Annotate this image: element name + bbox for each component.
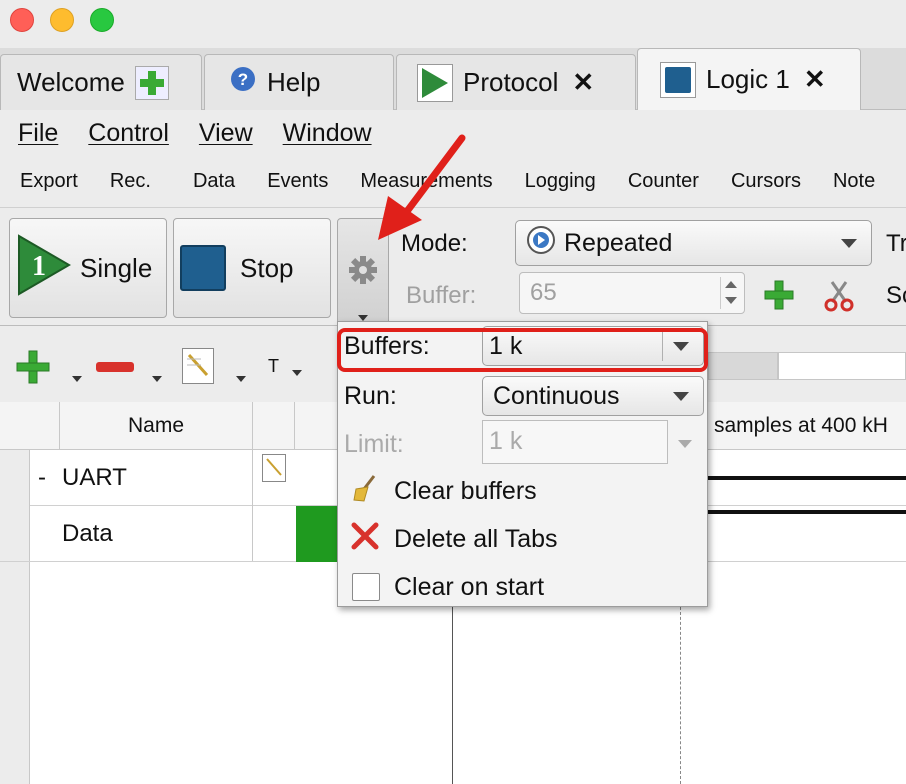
clear-on-start-item[interactable]: Clear on start (338, 564, 707, 610)
buffer-spinbox[interactable]: 65 (519, 272, 745, 314)
limit-row: Limit: 1 k (338, 420, 707, 468)
edit-icon[interactable] (182, 348, 214, 384)
close-tab-icon[interactable]: ✕ (572, 67, 594, 98)
buffer-label: Buffer: (406, 282, 477, 309)
single-label: Single (80, 252, 153, 283)
tab-label: Protocol (463, 67, 559, 97)
chevron-down-icon (673, 392, 689, 401)
toolbar-counter[interactable]: Counter (628, 170, 699, 193)
chevron-down-icon[interactable] (292, 370, 302, 376)
tab-logic-1[interactable]: Logic 1 ✕ (637, 48, 861, 110)
clear-on-start-checkbox[interactable] (352, 573, 380, 601)
window-titlebar (0, 0, 906, 48)
svg-text:?: ? (238, 70, 248, 89)
timeline-ruler (708, 352, 778, 380)
annotation-arrow (378, 134, 466, 240)
toolbar-events[interactable]: Events (267, 170, 328, 193)
tab-bar: Welcome ? Help Protocol ✕ Logic 1 ✕ (0, 48, 906, 110)
buffer-value: 65 (530, 279, 557, 306)
close-tab-icon[interactable]: ✕ (804, 64, 826, 95)
svg-text:1: 1 (32, 251, 46, 282)
tab-help[interactable]: ? Help (204, 54, 394, 110)
clear-buffers-label: Clear buffers (394, 476, 537, 505)
text-tool-label[interactable]: T (268, 356, 279, 377)
delete-all-tabs-item[interactable]: Delete all Tabs (338, 516, 707, 562)
settings-popup: Buffers: 1 k Run: Continuous Limit: 1 k … (337, 321, 708, 607)
spin-arrows-icon[interactable] (720, 277, 740, 309)
zoom-window-button[interactable] (90, 8, 114, 32)
tab-label: Logic 1 (706, 64, 790, 94)
repeat-icon (526, 225, 556, 262)
run-value: Continuous (493, 381, 620, 410)
samples-info: samples at 400 kH (714, 414, 888, 437)
toolbar-note[interactable]: Note (833, 170, 875, 193)
menu-window[interactable]: Window (283, 119, 372, 148)
minimize-window-button[interactable] (50, 8, 74, 32)
plus-icon (134, 65, 169, 100)
toolbar-cursors[interactable]: Cursors (731, 170, 801, 193)
tab-welcome[interactable]: Welcome (0, 54, 202, 110)
chevron-down-icon[interactable] (152, 376, 162, 382)
collapse-toggle[interactable]: - (38, 464, 46, 492)
buffers-highlight (337, 328, 708, 372)
add-buffer-icon[interactable] (762, 278, 796, 317)
mode-value: Repeated (564, 228, 673, 257)
clear-on-start-label: Clear on start (394, 572, 545, 601)
toolbar-logging[interactable]: Logging (525, 170, 596, 193)
timeline-scroll[interactable] (778, 352, 906, 380)
stop-label: Stop (240, 252, 294, 283)
chevron-down-icon (841, 239, 857, 248)
chevron-down-icon[interactable] (236, 376, 246, 382)
limit-input[interactable]: 1 k (482, 420, 668, 464)
toolbar-data[interactable]: Data (193, 170, 235, 193)
single-run-icon: 1 (16, 233, 72, 304)
gear-icon (346, 253, 380, 292)
menu-view[interactable]: View (199, 119, 253, 148)
run-label: Run: (344, 382, 397, 410)
column-header-name[interactable]: Name (60, 402, 253, 450)
broom-icon (350, 473, 380, 510)
toolbar-export[interactable]: Export (20, 170, 78, 193)
clear-buffers-item[interactable]: Clear buffers (338, 468, 707, 514)
add-channel-icon[interactable] (14, 348, 52, 391)
mode-select[interactable]: Repeated (515, 220, 872, 266)
run-row: Run: Continuous (338, 372, 707, 420)
menu-file[interactable]: File (18, 119, 58, 148)
chevron-down-icon[interactable] (72, 376, 82, 382)
data-decode-cell (296, 506, 338, 562)
stop-icon (180, 245, 226, 291)
menu-control[interactable]: Control (88, 119, 169, 148)
close-window-button[interactable] (10, 8, 34, 32)
tab-protocol[interactable]: Protocol ✕ (396, 54, 636, 110)
tab-label: Welcome (17, 67, 125, 97)
single-button[interactable]: 1 Single (9, 218, 167, 318)
channel-name: Data (62, 520, 113, 547)
help-icon: ? (229, 65, 257, 100)
delete-x-icon (350, 521, 380, 558)
stop-square-icon (660, 61, 696, 98)
trigger-label-cut: Tr (886, 230, 906, 257)
tab-label: Help (267, 67, 321, 97)
play-icon (417, 63, 453, 102)
delete-all-tabs-label: Delete all Tabs (394, 524, 558, 553)
edit-icon[interactable] (262, 454, 286, 482)
stop-button[interactable]: Stop (173, 218, 331, 318)
toolbar-rec[interactable]: Rec. (110, 170, 151, 193)
scissors-icon[interactable] (824, 278, 854, 317)
run-select[interactable]: Continuous (482, 376, 704, 416)
limit-value: 1 k (489, 427, 523, 455)
limit-label: Limit: (344, 430, 404, 458)
scale-label-cut: Sc (886, 282, 906, 309)
remove-channel-icon[interactable] (96, 362, 134, 372)
channel-name: UART (62, 464, 127, 491)
chevron-down-icon[interactable] (678, 440, 692, 448)
